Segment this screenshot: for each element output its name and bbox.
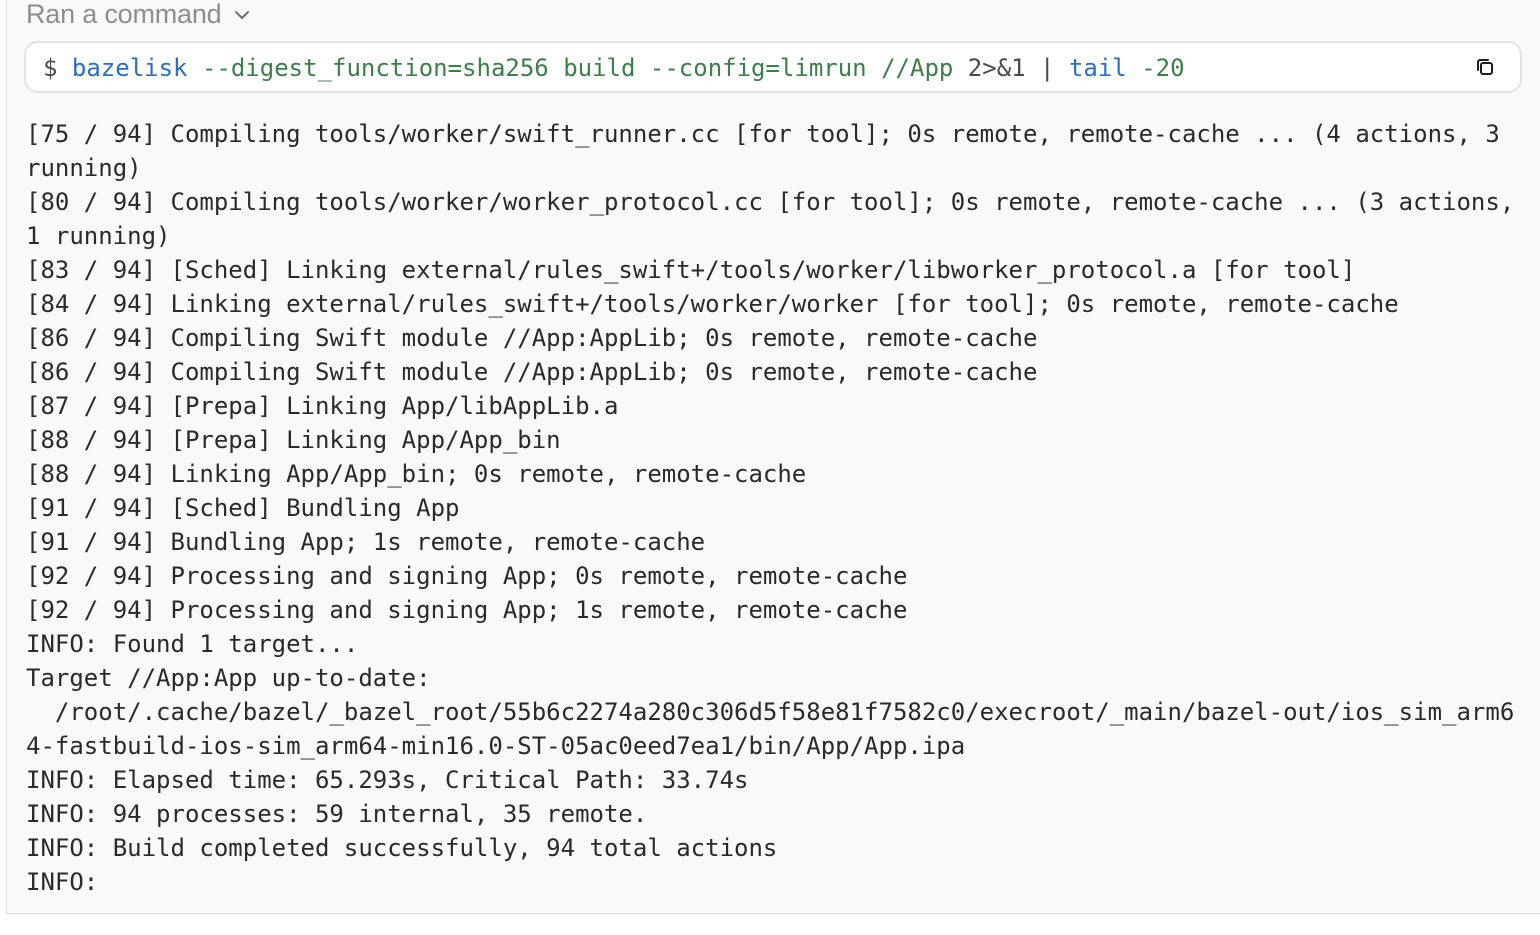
output-line: [92 / 94] Processing and signing App; 1s… xyxy=(26,596,908,624)
output-line: [87 / 94] [Prepa] Linking App/libAppLib.… xyxy=(26,392,619,420)
output-line: INFO: Build completed successfully, 94 t… xyxy=(26,834,778,862)
output-line: 1 running) xyxy=(26,222,171,250)
output-line: [91 / 94] Bundling App; 1s remote, remot… xyxy=(26,528,706,556)
output-line: running) xyxy=(26,154,142,182)
command-token: build xyxy=(563,54,636,82)
output-line: INFO: Found 1 target... xyxy=(26,630,359,658)
command-token: | xyxy=(1040,54,1055,82)
command-line: $ bazelisk --digest_function=sha256 buil… xyxy=(43,43,1185,91)
command-token: --config=limrun xyxy=(649,54,867,82)
output-line: INFO: xyxy=(26,868,99,896)
output-line: [88 / 94] [Prepa] Linking App/App_bin xyxy=(26,426,561,454)
output-line: [88 / 94] Linking App/App_bin; 0s remote… xyxy=(26,460,807,488)
output-line: [84 / 94] Linking external/rules_swift+/… xyxy=(26,290,1399,318)
command-prompt: $ xyxy=(43,54,58,82)
command-token: -20 xyxy=(1141,54,1185,82)
command-result-panel: Ran a command $ bazelisk --digest_functi… xyxy=(6,0,1540,914)
output-line: INFO: Elapsed time: 65.293s, Critical Pa… xyxy=(26,766,749,794)
ran-command-toggle[interactable]: Ran a command xyxy=(26,0,252,36)
command-token: //App xyxy=(881,54,954,82)
output-line: INFO: 94 processes: 59 internal, 35 remo… xyxy=(26,800,648,828)
chevron-down-icon xyxy=(234,11,249,19)
output-line: Target //App:App up-to-date: xyxy=(26,664,431,692)
output-line: 4-fastbuild-ios-sim_arm64-min16.0-ST-05a… xyxy=(26,732,966,760)
output-line: /root/.cache/bazel/_bazel_root/55b6c2274… xyxy=(26,698,1515,726)
output-line: [92 / 94] Processing and signing App; 0s… xyxy=(26,562,908,590)
copy-icon[interactable] xyxy=(1474,56,1496,78)
output-line: [86 / 94] Compiling Swift module //App:A… xyxy=(26,358,1038,386)
output-line: [75 / 94] Compiling tools/worker/swift_r… xyxy=(26,120,1500,148)
output-line: [86 / 94] Compiling Swift module //App:A… xyxy=(26,324,1038,352)
output-line: [80 / 94] Compiling tools/worker/worker_… xyxy=(26,188,1515,216)
output-line: [83 / 94] [Sched] Linking external/rules… xyxy=(26,256,1356,284)
command-token: 2>&1 xyxy=(967,54,1026,82)
ran-command-label: Ran a command xyxy=(26,0,222,29)
command-box: $ bazelisk --digest_function=sha256 buil… xyxy=(24,41,1522,93)
command-token: --digest_function=sha256 xyxy=(201,54,549,82)
command-output: [75 / 94] Compiling tools/worker/swift_r… xyxy=(26,117,1526,899)
command-token: bazelisk xyxy=(71,54,188,82)
command-token: tail xyxy=(1068,54,1127,82)
output-line: [91 / 94] [Sched] Bundling App xyxy=(26,494,460,522)
